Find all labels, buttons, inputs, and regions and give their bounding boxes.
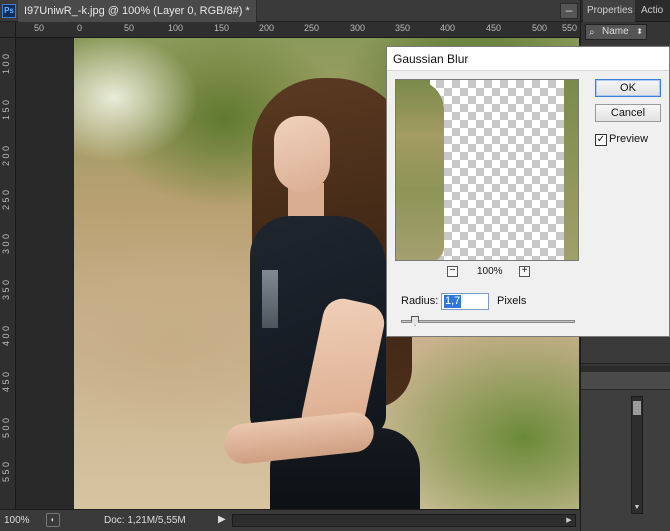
radius-row: Radius: 1,7 Pixels bbox=[401, 293, 581, 311]
ruler-tick-label: 2 5 0 bbox=[1, 190, 11, 211]
dialog-title[interactable]: Gaussian Blur bbox=[387, 47, 669, 71]
ruler-tick-label: 50 bbox=[124, 23, 135, 33]
layers-panel bbox=[581, 372, 670, 531]
cancel-button[interactable]: Cancel bbox=[595, 104, 661, 122]
preview-zoom-controls: − 100% + bbox=[447, 266, 530, 280]
zoom-level-field[interactable]: 100% bbox=[4, 513, 42, 528]
photo-shirt-print bbox=[262, 270, 278, 328]
preview-checkbox-row[interactable]: ✓ Preview bbox=[595, 133, 670, 147]
ruler-tick-label: 50 bbox=[34, 23, 45, 33]
radius-input[interactable]: 1,7 bbox=[441, 293, 489, 310]
ruler-origin[interactable] bbox=[0, 22, 16, 38]
status-bar: 100% ◐ Doc: 1,21M/5,55M ▶ ▶ bbox=[0, 509, 580, 531]
status-menu-arrow-icon[interactable]: ▶ bbox=[218, 514, 226, 525]
scrollbar-thumb[interactable] bbox=[633, 401, 641, 415]
horizontal-scrollbar[interactable]: ▶ bbox=[232, 514, 576, 527]
tab-actions[interactable]: Actio bbox=[637, 0, 670, 22]
radius-label: Radius: bbox=[401, 295, 439, 307]
preview-checkbox[interactable]: ✓ bbox=[595, 134, 607, 146]
minimize-panel-button[interactable]: – bbox=[560, 3, 578, 19]
preview-image-right bbox=[564, 80, 578, 260]
zoom-in-button[interactable]: + bbox=[519, 266, 530, 277]
panel-tabs: Properties Actio bbox=[581, 0, 670, 22]
ruler-tick-label: 250 bbox=[304, 23, 320, 33]
layers-panel-header[interactable] bbox=[581, 372, 670, 390]
radius-slider-track[interactable] bbox=[401, 320, 575, 323]
document-size-info: Doc: 1,21M/5,55M bbox=[104, 515, 186, 526]
ruler-tick-label: 450 bbox=[486, 23, 502, 33]
filter-row: ⌕ Name ⬍ bbox=[583, 24, 669, 42]
scroll-down-icon[interactable]: ▼ bbox=[632, 503, 642, 513]
ruler-tick-label: 0 bbox=[77, 23, 83, 33]
ruler-tick-label: 400 bbox=[440, 23, 456, 33]
document-tab[interactable]: I97UniwR_-k.jpg @ 100% (Layer 0, RGB/8#)… bbox=[18, 0, 257, 22]
scroll-right-icon[interactable]: ▶ bbox=[564, 515, 574, 526]
gaussian-blur-dialog: Gaussian Blur − 100% + Radius: 1,7 Pixel… bbox=[386, 46, 670, 337]
ruler-tick-label: 350 bbox=[395, 23, 411, 33]
ruler-tick-label: 1 0 0 bbox=[1, 54, 11, 75]
preview-zoom-level: 100% bbox=[477, 266, 503, 277]
ruler-tick-label: 2 0 0 bbox=[1, 146, 11, 167]
radius-value: 1,7 bbox=[444, 295, 462, 308]
radius-slider-thumb[interactable] bbox=[411, 316, 419, 326]
preview-image-left bbox=[396, 80, 444, 260]
ruler-tick-label: 5 0 0 bbox=[1, 418, 11, 439]
ruler-tick-label: 1 5 0 bbox=[1, 100, 11, 121]
search-icon: ⌕ bbox=[589, 27, 595, 38]
panel-scrollbar[interactable]: ▼ bbox=[631, 396, 643, 514]
ruler-tick-label: 500 bbox=[532, 23, 548, 33]
radius-unit-label: Pixels bbox=[497, 295, 527, 307]
filter-type-label: Name bbox=[602, 26, 629, 37]
ruler-tick-label: 100 bbox=[168, 23, 184, 33]
tab-properties[interactable]: Properties bbox=[583, 0, 635, 22]
blur-preview[interactable] bbox=[395, 79, 579, 261]
ruler-tick-label: 150 bbox=[214, 23, 230, 33]
ruler-tick-label: 5 5 0 bbox=[1, 462, 11, 483]
share-icon[interactable]: ◐ bbox=[46, 513, 60, 527]
filter-type-select[interactable]: ⌕ Name ⬍ bbox=[585, 24, 647, 40]
vertical-ruler[interactable]: 1 0 0 1 5 0 2 0 0 2 5 0 3 0 0 3 5 0 4 0 … bbox=[0, 38, 16, 509]
document-tab-bar: Ps I97UniwR_-k.jpg @ 100% (Layer 0, RGB/… bbox=[0, 0, 580, 22]
ruler-tick-label: 200 bbox=[259, 23, 275, 33]
zoom-out-button[interactable]: − bbox=[447, 266, 458, 277]
ruler-tick-label: 300 bbox=[350, 23, 366, 33]
ok-button[interactable]: OK bbox=[595, 79, 661, 97]
chevron-up-down-icon: ⬍ bbox=[636, 27, 643, 36]
preview-label[interactable]: Preview bbox=[609, 133, 648, 145]
ruler-tick-label: 3 0 0 bbox=[1, 234, 11, 255]
photo-subject-face bbox=[274, 116, 330, 192]
ruler-tick-label: 4 5 0 bbox=[1, 372, 11, 393]
ruler-tick-label: 550 bbox=[562, 23, 578, 33]
ruler-tick-label: 4 0 0 bbox=[1, 326, 11, 347]
photoshop-logo-icon: Ps bbox=[2, 4, 16, 18]
ruler-tick-label: 3 5 0 bbox=[1, 280, 11, 301]
horizontal-ruler[interactable]: 50 0 50 100 150 200 250 300 350 400 450 … bbox=[16, 22, 580, 38]
